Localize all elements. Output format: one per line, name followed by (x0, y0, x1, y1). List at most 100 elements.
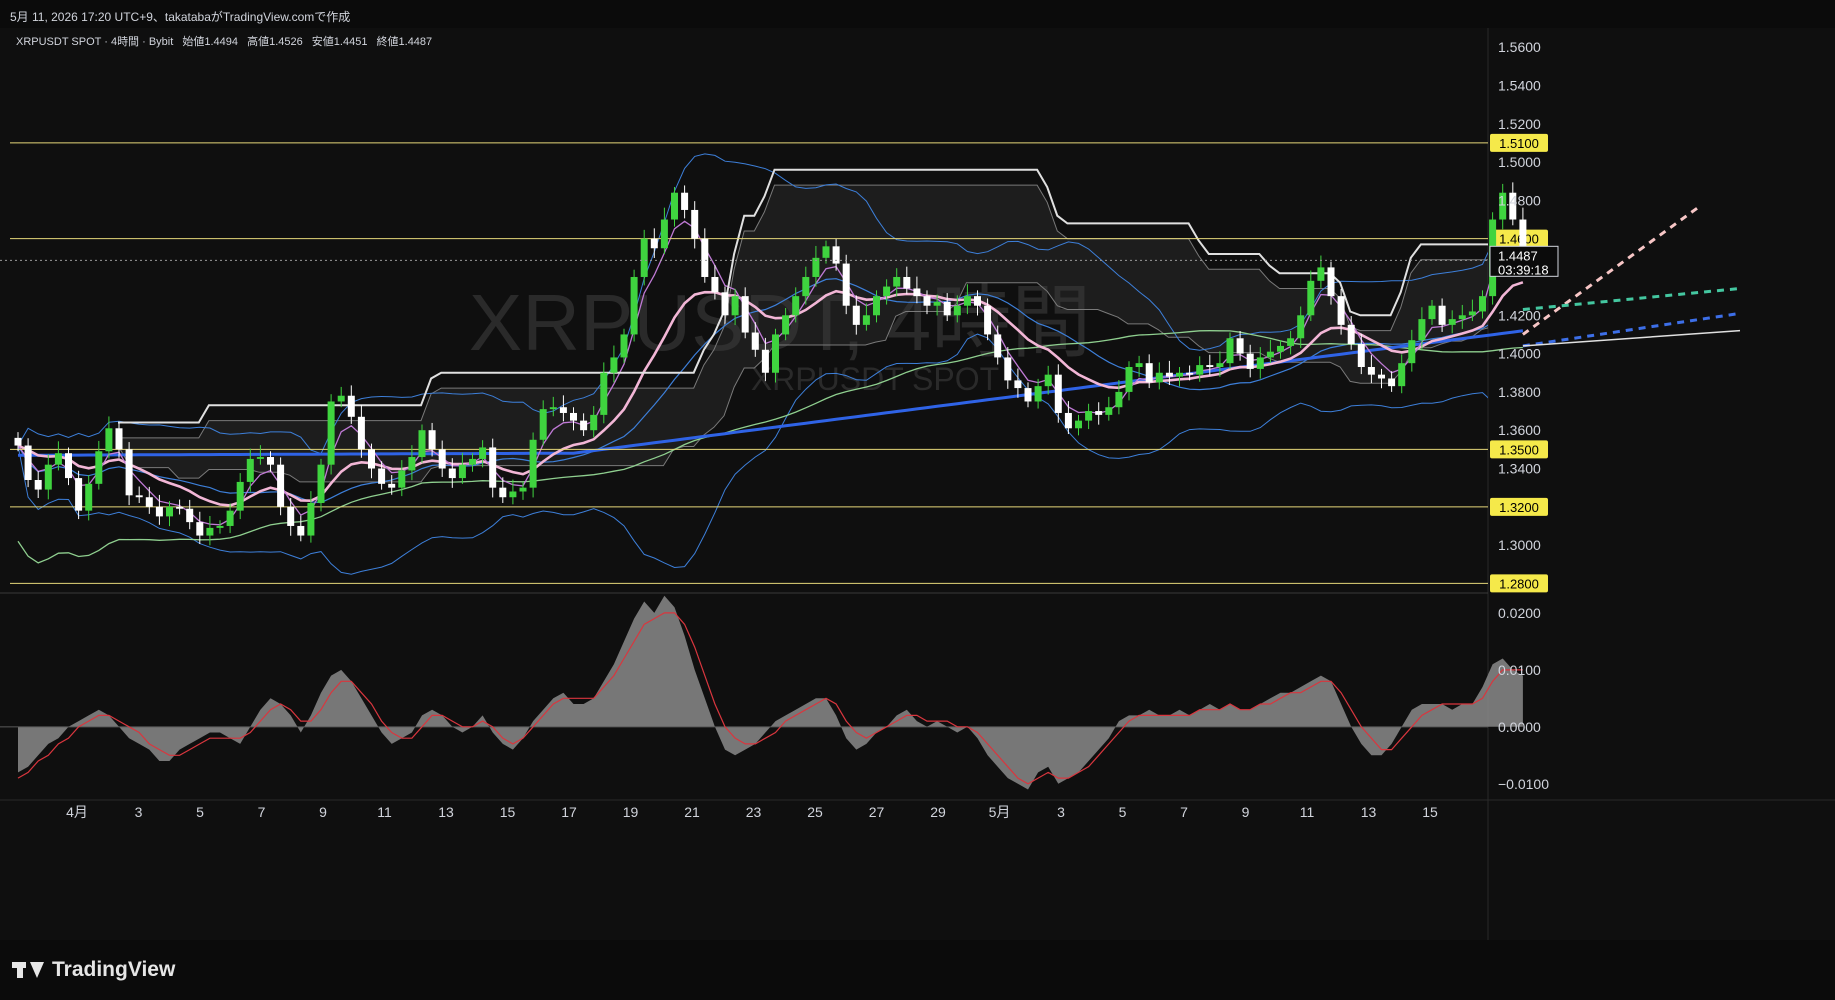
candle-body (570, 412, 577, 421)
osc-tick-label: 0.0000 (1498, 719, 1541, 735)
candle-body (671, 192, 678, 220)
chart-frame: XRPUSDT, 4時間 XRPUSDT SPOT 1.5100 1.4600 1.… (0, 28, 1835, 940)
price-tick-label: 1.3400 (1498, 461, 1541, 477)
tradingview-brand[interactable]: TradingView (12, 958, 175, 982)
candle (327, 394, 335, 475)
close-value: 1.4487 (399, 36, 433, 48)
candle-body (832, 246, 840, 264)
level-label-text: 1.3200 (1499, 500, 1539, 515)
candle-body (761, 349, 769, 373)
chart-background (0, 28, 1835, 940)
candle-body (590, 414, 598, 431)
candle-body (943, 301, 951, 316)
candle-body (883, 286, 891, 297)
candle-body (893, 276, 901, 287)
price-tick-label: 1.5600 (1498, 39, 1541, 55)
candle-body (105, 428, 113, 452)
candle-body (873, 296, 880, 316)
candle-body (337, 395, 345, 402)
price-tick-label: 1.5000 (1498, 154, 1541, 170)
candle-body (1075, 420, 1082, 429)
candle-body (1085, 411, 1093, 421)
candle-body (963, 296, 971, 306)
candle-body (1024, 388, 1032, 402)
candle-body (1479, 296, 1486, 312)
candle-body (357, 416, 365, 450)
candle-body (75, 478, 83, 511)
candle-body (115, 428, 123, 450)
candle-body (721, 292, 729, 316)
candle-body (1206, 365, 1214, 367)
time-tick-label: 5 (196, 804, 204, 820)
level-label: 1.3500 (1490, 440, 1548, 459)
candle-body (792, 296, 800, 316)
level-label-text: 1.3500 (1499, 442, 1539, 457)
candle-body (398, 470, 406, 488)
time-tick-label: 29 (930, 804, 946, 820)
open-label: 始値 (182, 34, 204, 48)
level-label: 1.3200 (1490, 497, 1548, 516)
time-tick-label: 25 (807, 804, 823, 820)
symbol-line: XRPUSDT SPOT · 4時間 · Bybit (16, 35, 173, 48)
time-tick-label: 4月 (66, 804, 88, 820)
candle-body (186, 508, 194, 523)
candle-body (1054, 374, 1062, 413)
candle-body (1418, 319, 1426, 341)
candle-body (125, 449, 133, 496)
candle (630, 269, 638, 342)
candle-body (85, 483, 93, 511)
chart-svg[interactable]: XRPUSDT, 4時間 XRPUSDT SPOT 1.51001.46001.… (0, 28, 1835, 940)
candle-body (509, 491, 517, 498)
candle-body (610, 357, 618, 373)
candle (842, 254, 850, 315)
candle-body (1458, 315, 1466, 320)
candle-body (1468, 311, 1476, 316)
time-tick-label: 27 (869, 804, 885, 820)
low-value: 1.4451 (334, 36, 368, 48)
candle-body (1186, 372, 1194, 375)
candle-body (216, 525, 224, 528)
price-tick-label: 1.3000 (1498, 537, 1541, 553)
candle-body (620, 334, 628, 358)
candle-body (1155, 372, 1163, 383)
candle-body (145, 497, 153, 507)
candle-body (701, 238, 709, 277)
low-label: 安値 (312, 34, 334, 48)
time-tick-label: 19 (623, 804, 639, 820)
candle-body (347, 395, 355, 417)
candle-body (34, 480, 42, 490)
candle-body (660, 219, 668, 249)
time-tick-label: 21 (684, 804, 700, 820)
high-label: 高値 (247, 34, 269, 48)
candle-body (388, 483, 396, 488)
candle-body (277, 464, 285, 507)
candle-body (772, 334, 779, 373)
candle-body (155, 506, 163, 517)
price-tick-label: 1.3600 (1498, 422, 1541, 438)
candle-body (691, 209, 699, 239)
high-value: 1.4526 (269, 36, 303, 48)
level-label: 1.5100 (1490, 133, 1548, 152)
candle-body (1044, 374, 1052, 387)
candle-body (176, 506, 184, 509)
candle-body (1277, 345, 1284, 352)
candle (24, 438, 32, 488)
time-tick-label: 15 (1422, 804, 1438, 820)
candle-body (287, 506, 295, 526)
candle-body (751, 332, 759, 350)
candle-body (1226, 338, 1234, 364)
level-label-text: 1.4600 (1499, 232, 1539, 247)
candle-body (1064, 412, 1072, 429)
time-tick-label: 9 (1242, 804, 1250, 820)
time-tick-label: 23 (746, 804, 762, 820)
candle-body (1256, 357, 1264, 369)
candle-body (731, 296, 739, 316)
time-tick-label: 3 (1057, 804, 1065, 820)
candle-body (317, 464, 325, 503)
candle-body (1266, 351, 1274, 358)
candle-body (44, 464, 52, 490)
osc-tick-label: −0.0100 (1498, 776, 1549, 792)
time-tick-label: 9 (319, 804, 327, 820)
time-tick-label: 5月 (989, 804, 1011, 820)
candle-body (559, 407, 567, 413)
